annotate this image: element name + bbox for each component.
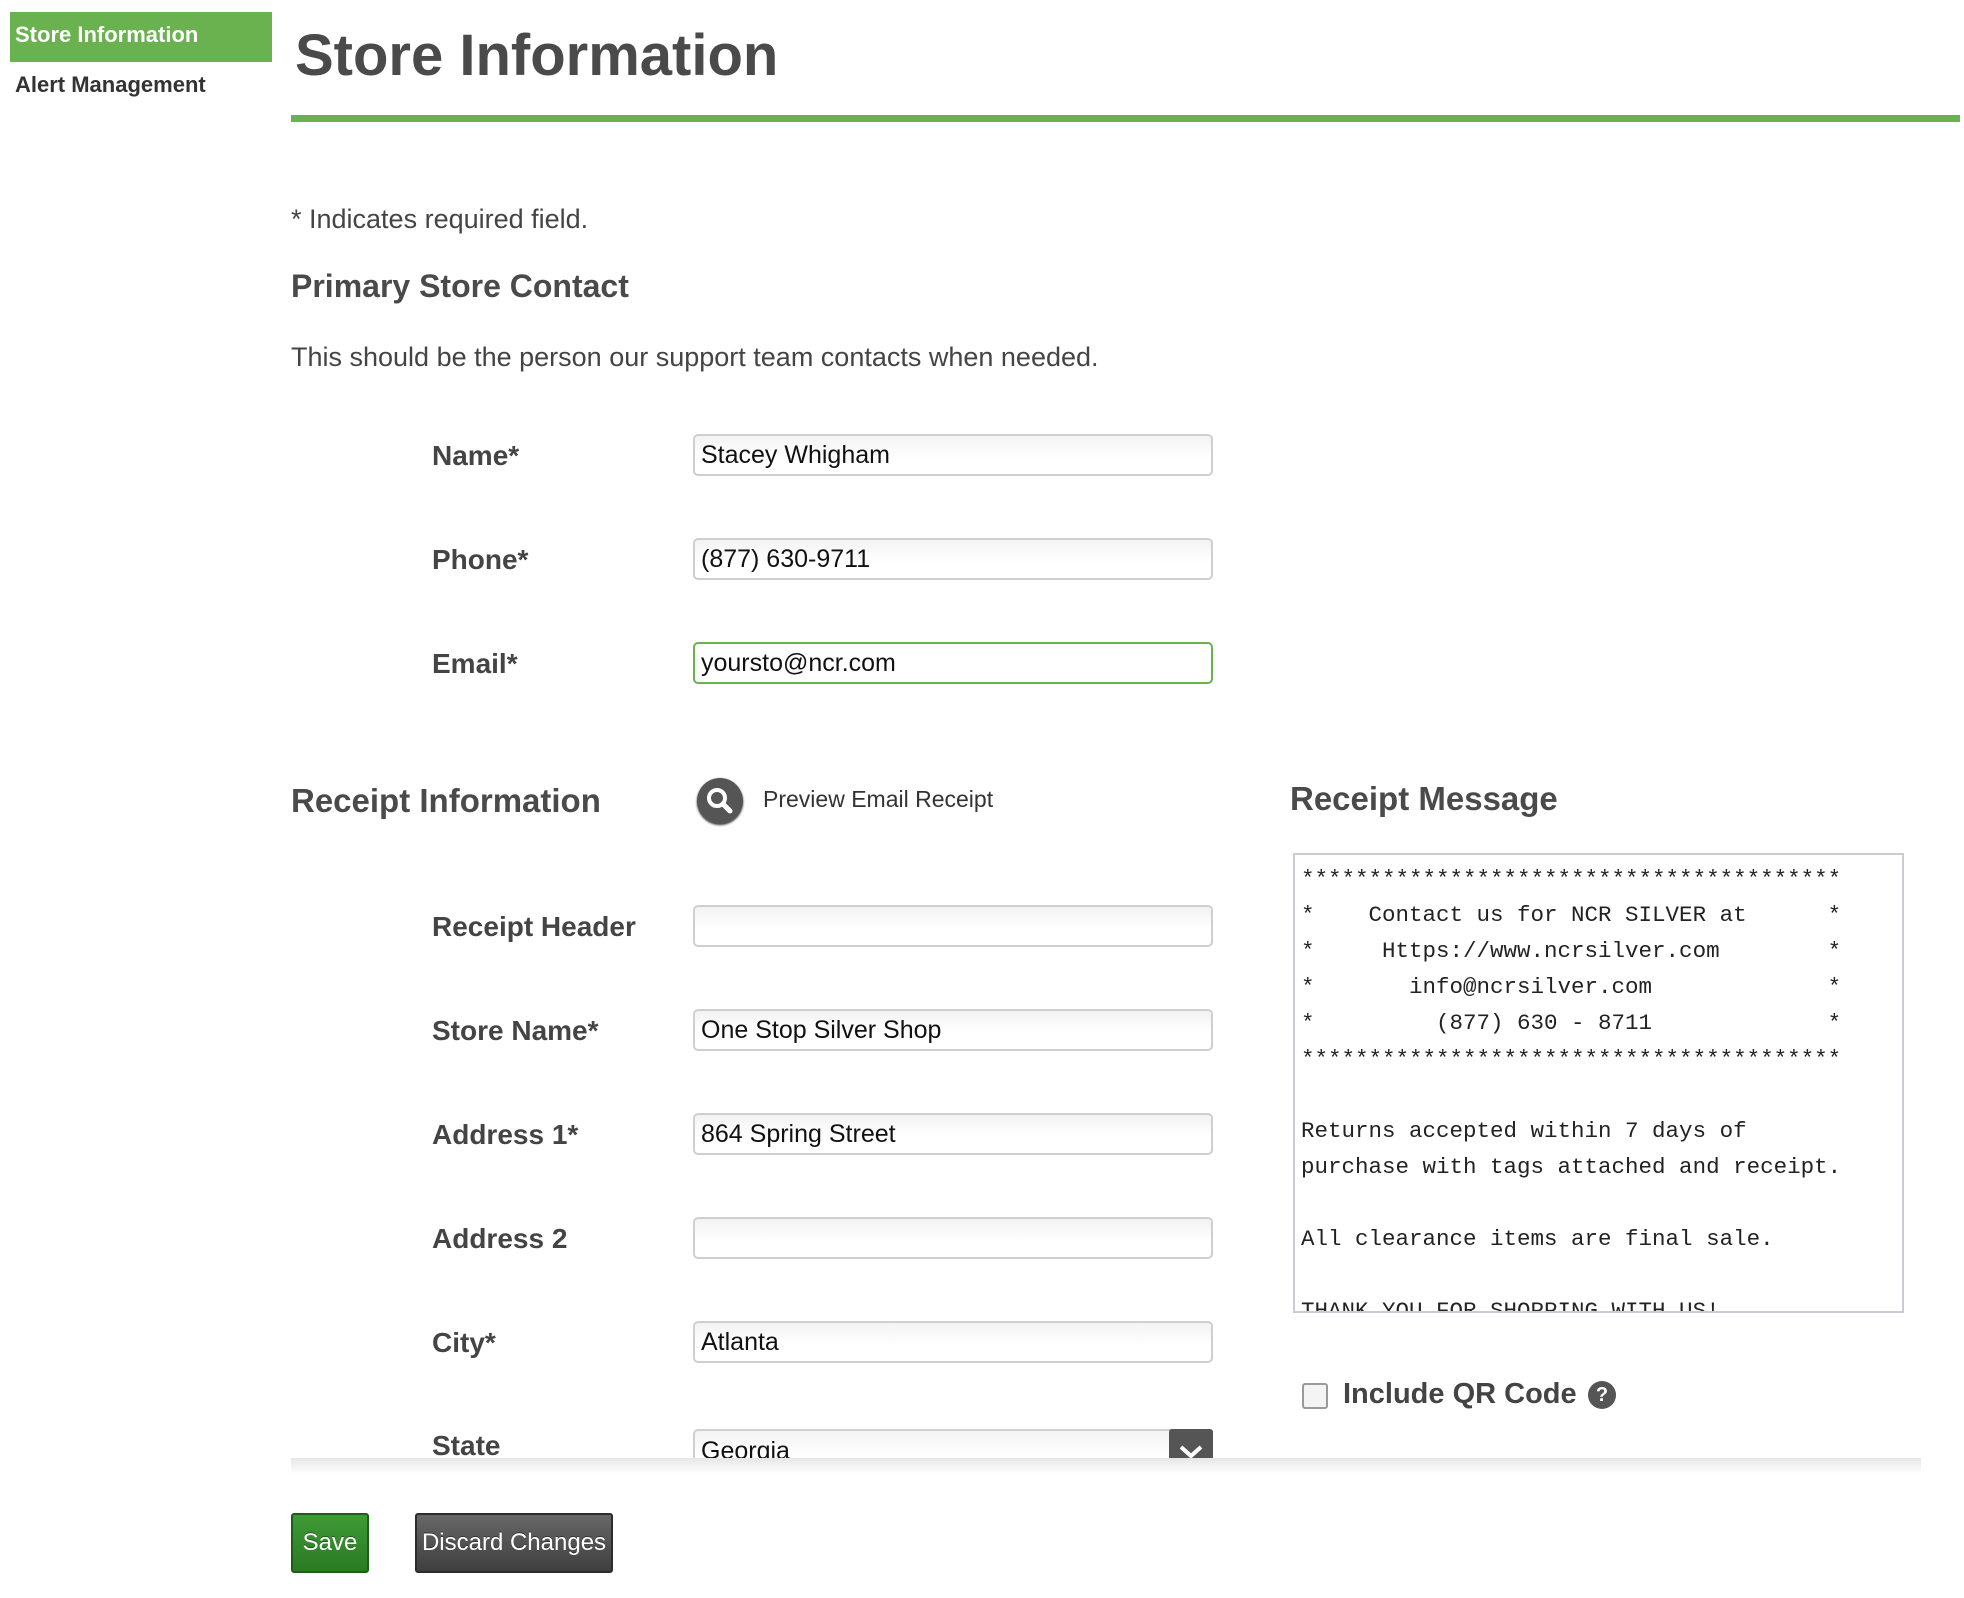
address1-label: Address 1* bbox=[432, 1119, 579, 1150]
receipt-message-textarea[interactable]: ****************************************… bbox=[1293, 853, 1904, 1313]
receipt-header-label: Receipt Header bbox=[432, 911, 636, 942]
email-label: Email* bbox=[432, 648, 518, 679]
preview-email-receipt-button[interactable]: Preview Email Receipt bbox=[697, 778, 1097, 826]
include-qr-code-checkbox[interactable] bbox=[1302, 1383, 1328, 1409]
sidebar-item-alert-management[interactable]: Alert Management bbox=[10, 62, 272, 112]
preview-email-receipt-label: Preview Email Receipt bbox=[763, 786, 994, 812]
sidebar: Store Information Alert Management bbox=[10, 12, 272, 112]
footer-divider bbox=[291, 1458, 1921, 1474]
primary-contact-heading: Primary Store Contact bbox=[291, 268, 629, 304]
search-icon bbox=[697, 778, 743, 824]
receipt-message-text: ****************************************… bbox=[1301, 866, 1842, 1313]
phone-label: Phone* bbox=[432, 544, 529, 575]
name-label: Name* bbox=[432, 440, 520, 471]
save-button[interactable]: Save bbox=[291, 1513, 369, 1573]
primary-contact-description: This should be the person our support te… bbox=[291, 342, 1099, 372]
phone-input[interactable] bbox=[693, 538, 1213, 580]
receipt-information-heading: Receipt Information bbox=[291, 782, 601, 819]
address1-input[interactable] bbox=[693, 1113, 1213, 1155]
name-input[interactable] bbox=[693, 434, 1213, 476]
page-title: Store Information bbox=[295, 23, 779, 88]
address2-label: Address 2 bbox=[432, 1223, 568, 1254]
city-label: City* bbox=[432, 1327, 496, 1358]
discard-changes-button[interactable]: Discard Changes bbox=[415, 1513, 613, 1573]
include-qr-code-label: Include QR Code bbox=[1343, 1378, 1577, 1410]
required-field-note: * Indicates required field. bbox=[291, 204, 589, 234]
receipt-message-heading: Receipt Message bbox=[1290, 780, 1558, 817]
store-name-label: Store Name* bbox=[432, 1015, 599, 1046]
receipt-header-input[interactable] bbox=[693, 905, 1213, 947]
help-icon[interactable]: ? bbox=[1588, 1381, 1616, 1409]
store-name-input[interactable] bbox=[693, 1009, 1213, 1051]
sidebar-item-store-information[interactable]: Store Information bbox=[10, 12, 272, 62]
address2-input[interactable] bbox=[693, 1217, 1213, 1259]
title-divider bbox=[291, 115, 1960, 122]
city-input[interactable] bbox=[693, 1321, 1213, 1363]
email-input[interactable] bbox=[693, 642, 1213, 684]
